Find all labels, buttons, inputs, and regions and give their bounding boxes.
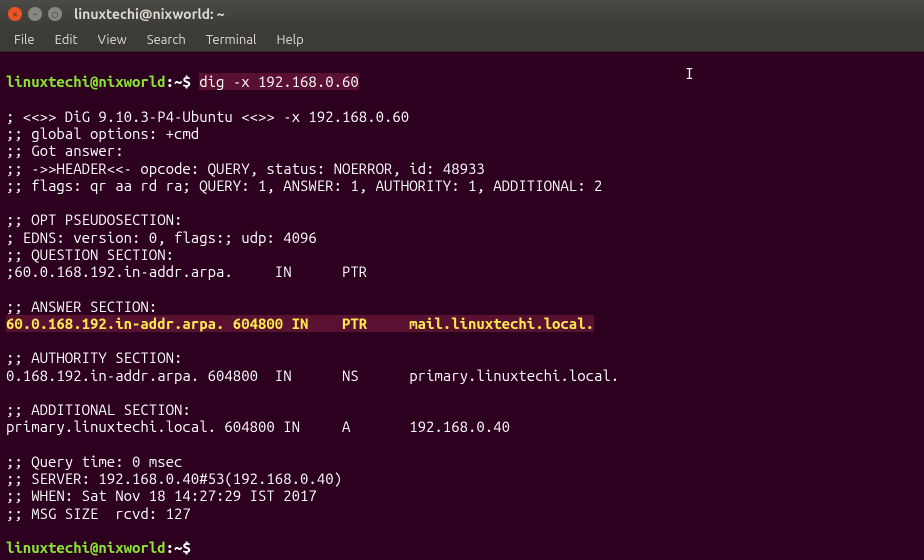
out-line: ;; Got answer: (6, 142, 124, 159)
out-line: ;; ADDITIONAL SECTION: (6, 401, 191, 418)
out-line: ;; global options: +cmd (6, 125, 199, 142)
out-line: ;60.0.168.192.in-addr.arpa. IN PTR (6, 263, 367, 280)
command-text: dig -x 192.168.0.60 (199, 73, 359, 90)
prompt-user-host: linuxtechi@nixworld (6, 73, 166, 90)
prompt-user-host: linuxtechi@nixworld (6, 539, 166, 556)
prompt-sep2: $ (182, 539, 190, 556)
terminal-output[interactable]: linuxtechi@nixworld:~$ dig -x 192.168.0.… (0, 52, 924, 560)
menu-edit[interactable]: Edit (47, 31, 86, 49)
out-line: ;; MSG SIZE rcvd: 127 (6, 505, 191, 522)
out-line: ; EDNS: version: 0, flags:; udp: 4096 (6, 229, 317, 246)
prompt-sep2: $ (182, 73, 190, 90)
out-line: ;; AUTHORITY SECTION: (6, 349, 182, 366)
window-title: linuxtechi@nixworld: ~ (74, 6, 225, 22)
out-line: ;; SERVER: 192.168.0.40#53(192.168.0.40) (6, 470, 342, 487)
maximize-icon[interactable]: ▢ (48, 7, 62, 21)
out-line: ;; flags: qr aa rd ra; QUERY: 1, ANSWER:… (6, 177, 602, 194)
menu-view[interactable]: View (90, 31, 135, 49)
out-line: ;; WHEN: Sat Nov 18 14:27:29 IST 2017 (6, 487, 317, 504)
menu-file[interactable]: File (6, 31, 43, 49)
out-line: ; <<>> DiG 9.10.3-P4-Ubuntu <<>> -x 192.… (6, 108, 409, 125)
out-line: ;; OPT PSEUDOSECTION: (6, 211, 182, 228)
minimize-icon[interactable]: – (28, 7, 42, 21)
close-icon[interactable]: ✕ (8, 7, 22, 21)
window-controls: ✕ – ▢ (8, 7, 62, 21)
prompt-cwd: ~ (174, 539, 182, 556)
prompt-sep1: : (166, 73, 174, 90)
out-line: ;; Query time: 0 msec (6, 453, 182, 470)
prompt-sep1: : (166, 539, 174, 556)
out-line: primary.linuxtechi.local. 604800 IN A 19… (6, 418, 510, 435)
out-line: ;; QUESTION SECTION: (6, 246, 174, 263)
menubar: File Edit View Search Terminal Help (0, 28, 924, 52)
text-cursor-icon: I (685, 65, 694, 83)
answer-line: 60.0.168.192.in-addr.arpa. 604800 IN PTR… (6, 315, 594, 332)
out-line: ;; ANSWER SECTION: (6, 298, 157, 315)
titlebar: ✕ – ▢ linuxtechi@nixworld: ~ (0, 0, 924, 28)
menu-terminal[interactable]: Terminal (198, 31, 265, 49)
menu-help[interactable]: Help (268, 31, 311, 49)
menu-search[interactable]: Search (139, 31, 194, 49)
out-line: 0.168.192.in-addr.arpa. 604800 IN NS pri… (6, 367, 619, 384)
out-line: ;; ->>HEADER<<- opcode: QUERY, status: N… (6, 160, 485, 177)
